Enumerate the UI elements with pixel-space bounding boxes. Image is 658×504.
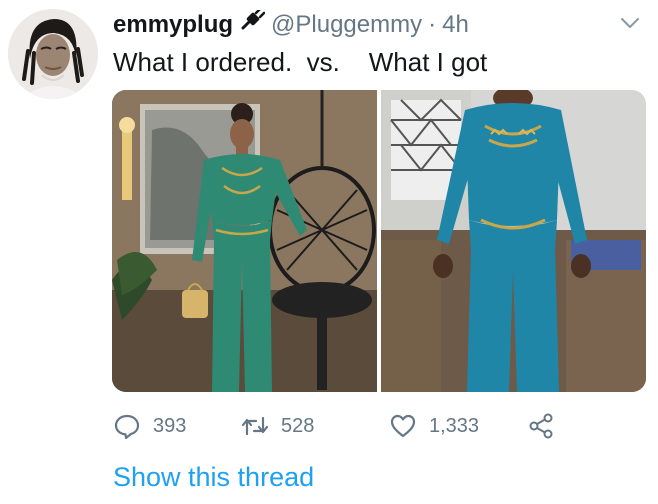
retweet-icon bbox=[241, 416, 269, 436]
timestamp[interactable]: 4h bbox=[442, 9, 469, 41]
show-thread-link[interactable]: Show this thread bbox=[113, 462, 314, 493]
display-name[interactable]: emmyplug bbox=[113, 9, 233, 41]
tweet-actions: 393 528 1,333 bbox=[113, 406, 573, 446]
like-count: 1,333 bbox=[429, 414, 480, 437]
share-button[interactable] bbox=[527, 406, 555, 446]
like-button[interactable]: 1,333 bbox=[389, 406, 479, 446]
retweet-count: 528 bbox=[281, 414, 315, 437]
photo-received[interactable] bbox=[381, 90, 646, 392]
photo-ordered[interactable] bbox=[112, 90, 377, 392]
avatar-image bbox=[8, 9, 98, 99]
separator-dot: · bbox=[428, 11, 437, 38]
avatar[interactable] bbox=[8, 9, 98, 99]
chevron-down-icon[interactable] bbox=[618, 14, 642, 32]
reply-icon bbox=[114, 414, 140, 440]
reply-count: 393 bbox=[153, 414, 187, 437]
retweet-button[interactable]: 528 bbox=[241, 406, 314, 446]
share-icon bbox=[529, 413, 553, 439]
user-handle[interactable]: @Pluggemmy bbox=[271, 9, 422, 41]
heart-icon bbox=[390, 414, 416, 438]
plug-icon bbox=[239, 7, 266, 41]
tweet-text: What I ordered. vs. What I got bbox=[113, 47, 488, 77]
media-grid bbox=[112, 90, 646, 392]
reply-button[interactable]: 393 bbox=[113, 406, 186, 446]
tweet-header: emmyplug @Pluggemmy · 4h bbox=[113, 7, 638, 41]
